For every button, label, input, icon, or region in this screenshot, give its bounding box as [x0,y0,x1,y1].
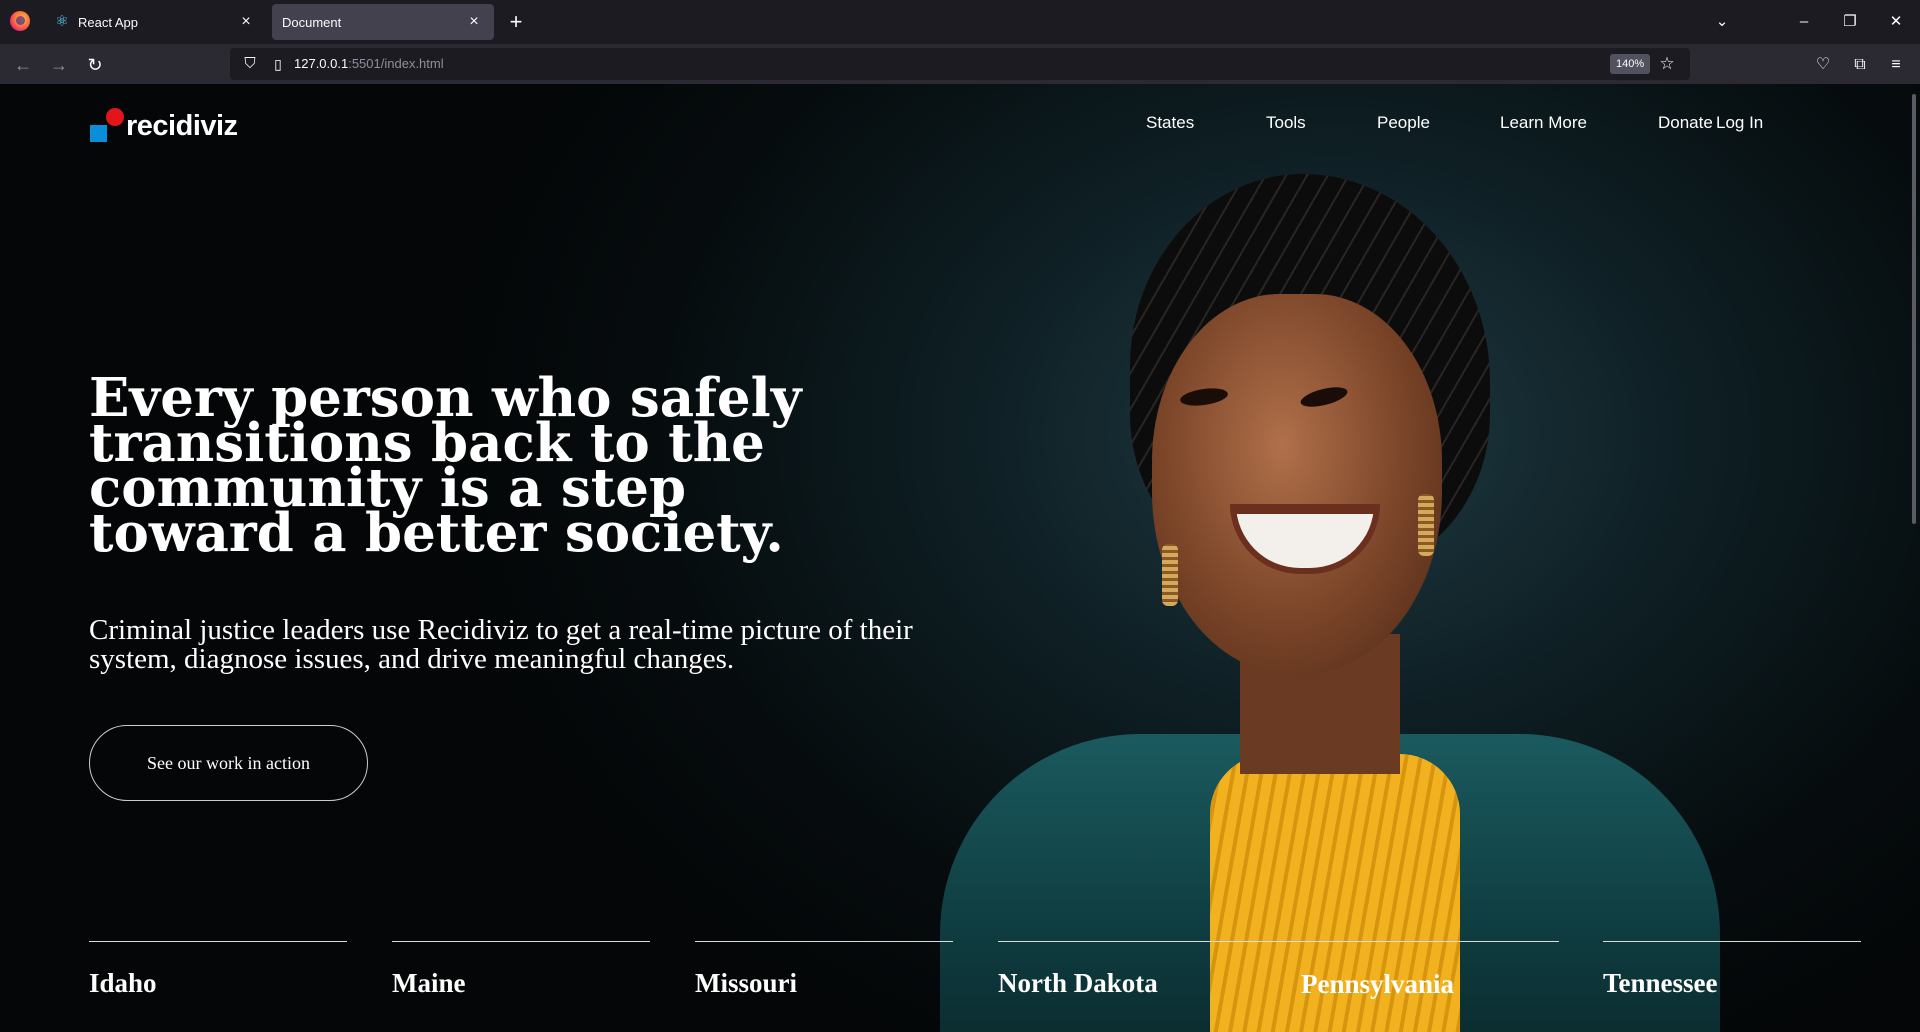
url-text[interactable]: 127.0.0.1:5501/index.html [294,48,444,80]
list-all-tabs-icon[interactable]: ⌄ [1702,6,1742,38]
state-item-pennsylvania[interactable]: Pennsylvania [1301,941,1559,1000]
state-label: Tennessee [1603,968,1718,998]
state-label: Missouri [695,968,798,998]
portrait-earring [1418,494,1434,556]
reload-icon[interactable]: ↻ [80,50,110,80]
state-item-north-dakota[interactable]: North Dakota [998,941,1256,999]
tab-title: Document [282,14,342,30]
pocket-icon[interactable]: ♡ [1808,50,1838,80]
hero-headline: Every person who safely transitions back… [89,367,802,564]
page-info-icon[interactable]: ▯ [268,53,288,75]
nav-link-donate[interactable]: Donate [1658,108,1713,138]
state-label: Idaho [89,968,157,998]
portrait-face [1152,294,1442,674]
state-divider-line [1241,941,1559,942]
state-item-tennessee[interactable]: Tennessee [1603,941,1861,999]
browser-tab-bar: ⚛ React App × Document × + ⌄ – ❐ ✕ [0,0,1920,44]
tab-document[interactable]: Document × [272,4,494,40]
nav-link-tools[interactable]: Tools [1266,108,1306,138]
close-tab-icon[interactable]: × [236,12,256,32]
close-window-icon[interactable]: ✕ [1876,6,1916,38]
zoom-level-badge[interactable]: 140% [1610,54,1651,74]
tab-title: React App [78,14,138,30]
url-host: 127.0.0.1 [294,56,349,71]
minimize-window-icon[interactable]: – [1784,6,1824,38]
state-item-missouri[interactable]: Missouri [695,941,953,999]
close-tab-icon[interactable]: × [464,12,484,32]
react-icon: ⚛ [55,13,69,30]
bookmark-star-icon[interactable]: ☆ [1654,51,1680,77]
portrait-earring [1162,544,1178,606]
extensions-puzzle-icon[interactable]: ⧉ [1845,50,1875,80]
nav-link-learn-more[interactable]: Learn More [1500,108,1587,138]
back-arrow-icon[interactable]: ← [8,50,38,80]
shield-icon[interactable]: ⛉ [240,53,260,75]
state-item-maine[interactable]: Maine [392,941,650,999]
restore-window-icon[interactable]: ❐ [1830,6,1870,38]
page-content: recidiviz States Tools People Learn More… [0,84,1920,1032]
browser-nav-bar: ← → ↻ ⛉ ▯ 127.0.0.1:5501/index.html 140%… [0,44,1920,84]
nav-link-log-in[interactable]: Log In [1716,108,1763,138]
state-item-idaho[interactable]: Idaho [89,941,347,999]
state-label: North Dakota [998,968,1158,998]
hero-subhead: Criminal justice leaders use Recidiviz t… [89,614,913,675]
hero-portrait-image [940,174,1720,1032]
forward-arrow-icon[interactable]: → [44,50,74,80]
page-scrollbar[interactable] [1912,94,1916,524]
firefox-logo-icon [10,11,30,31]
state-label: Maine [392,968,466,998]
url-path: :5501/index.html [348,56,444,71]
state-label: Pennsylvania [1301,968,1455,999]
tab-react-app[interactable]: ⚛ React App × [44,4,266,40]
nav-link-states[interactable]: States [1146,108,1194,138]
nav-link-people[interactable]: People [1377,108,1430,138]
site-nav: States Tools People Learn More Donate Lo… [0,108,1920,138]
hamburger-menu-icon[interactable]: ≡ [1881,50,1911,80]
see-our-work-button[interactable]: See our work in action [89,725,368,801]
url-bar[interactable]: ⛉ ▯ 127.0.0.1:5501/index.html 140% ☆ [230,48,1690,80]
new-tab-button[interactable]: + [502,8,530,36]
